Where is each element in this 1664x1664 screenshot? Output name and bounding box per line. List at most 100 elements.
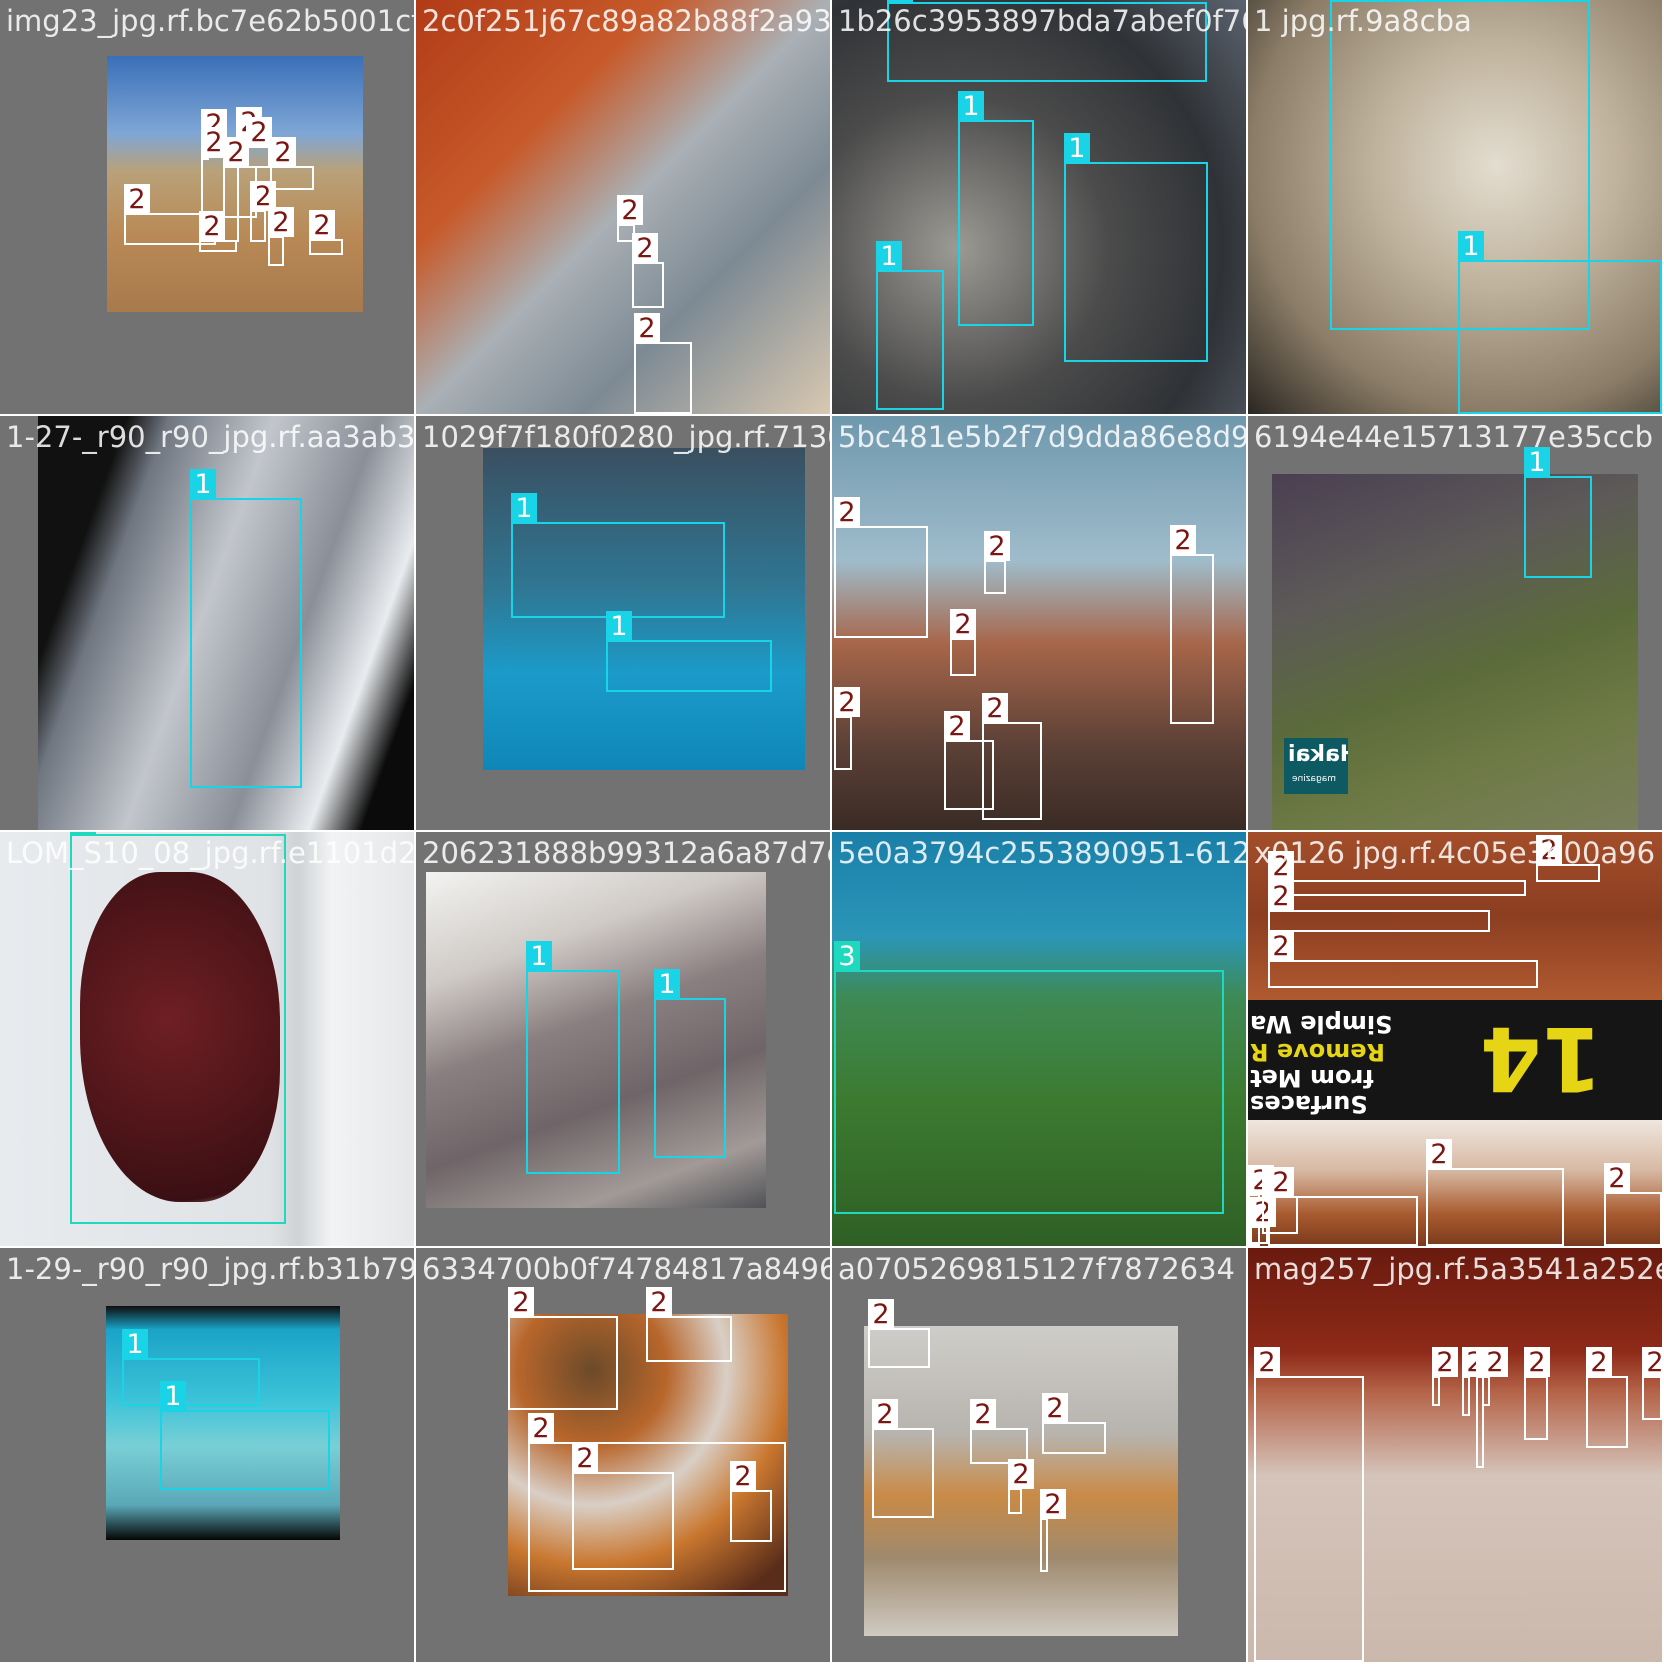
bbox-class-tag: 2 xyxy=(1536,835,1562,866)
bbox: 2 xyxy=(1268,851,1526,896)
bbox-class-tag: 2 xyxy=(632,233,658,264)
bbox-class-tag: 2 xyxy=(1482,1347,1508,1378)
bbox: 2 xyxy=(834,687,860,770)
hakai-logo-text: Hakai xyxy=(1288,742,1348,767)
bbox-class-tag: 1 xyxy=(1524,447,1550,478)
tile-filename-label: 1-29-_r90_r90_jpg.rf.b31b79 xyxy=(6,1252,414,1286)
bbox: 2 xyxy=(730,1461,772,1542)
bbox: 1 xyxy=(526,941,620,1174)
poster-number: 14 xyxy=(1480,1007,1603,1110)
bbox-class-tag: 2 xyxy=(1268,931,1294,962)
bbox: 3 xyxy=(834,941,1224,1214)
bbox: 2 xyxy=(1462,1347,1488,1416)
bbox: 2 xyxy=(1170,525,1214,724)
bbox-class-tag: 1 xyxy=(654,969,680,1000)
mosaic-tile: 1 1 1-29-_r90_r90_jpg.rf.b31b79 xyxy=(0,1248,414,1662)
bbox: 2 xyxy=(634,313,692,414)
bbox-class-tag: 2 xyxy=(872,1399,898,1430)
bbox-class-tag: 1 xyxy=(526,941,552,972)
bbox: 2 xyxy=(270,137,314,190)
mosaic-tile: Simple Wa Remove R from Met Surfaces 14 … xyxy=(1248,832,1662,1246)
bbox: 2 xyxy=(223,137,257,218)
bbox: 2 xyxy=(872,1399,934,1518)
bbox: 1 xyxy=(511,493,725,618)
bbox-class-tag: 1 xyxy=(1458,231,1484,262)
bbox-class-tag: 1 xyxy=(1330,0,1356,2)
bbox: 2 xyxy=(1268,1167,1418,1246)
mosaic-tile: 2 2 2 2 2 6334700b0f74784817a8496a xyxy=(416,1248,830,1662)
bbox: 2 xyxy=(944,711,994,810)
bbox-class-tag: 2 xyxy=(1042,1393,1068,1424)
bbox-class-tag: 2 xyxy=(970,1399,996,1430)
bbox: 2 xyxy=(1604,1163,1662,1246)
bbox-class-tag: 2 xyxy=(508,1287,534,1318)
bbox-class-tag: 2 xyxy=(634,313,660,344)
bbox: 1 xyxy=(1064,133,1208,362)
bbox: 2 xyxy=(646,1287,732,1362)
bbox: 2 xyxy=(246,117,272,168)
bbox: 2 xyxy=(1008,1459,1034,1514)
bbox-class-tag: 2 xyxy=(834,687,860,718)
bbox: 2 xyxy=(632,233,664,308)
bbox-class-tag: 1 xyxy=(606,611,632,642)
bbox-class-tag: 1 xyxy=(958,91,984,122)
mosaic-tile: 1 1 1 1 1b26c3953897bda7abef0f76d960_1_3… xyxy=(832,0,1246,414)
hakai-logo: Hakai magazine xyxy=(1284,738,1348,794)
bbox-class-tag: 2 xyxy=(246,117,272,148)
bbox: 2 xyxy=(1586,1347,1628,1448)
bbox: 1 xyxy=(160,1381,330,1490)
bbox-class-tag: 1 xyxy=(1064,133,1090,164)
bbox-class-tag: 3 xyxy=(834,941,860,972)
bbox: 1 xyxy=(887,0,1207,82)
tile-filename-label: 6334700b0f74784817a8496a xyxy=(422,1252,830,1286)
bbox-class-tag: 2 xyxy=(950,609,976,640)
bbox-class-tag: 2 xyxy=(944,711,970,742)
bbox-class-tag: 2 xyxy=(528,1413,554,1444)
bbox-class-tag: 2 xyxy=(1586,1347,1612,1378)
bbox: 2 xyxy=(1268,931,1538,988)
photo-poster-banner: Simple Wa Remove R from Met Surfaces 14 xyxy=(1248,1000,1662,1120)
bbox-class-tag: 2 xyxy=(124,184,150,215)
bbox: 2 xyxy=(508,1287,618,1410)
bbox-class-tag: 2 xyxy=(1268,851,1294,882)
mosaic-tile: Hakai magazine 1 6194e44e15713177e35ccb xyxy=(1248,416,1662,830)
bbox: 2 xyxy=(309,210,343,255)
bbox-class-tag: 2 xyxy=(1008,1459,1034,1490)
bbox: 2 xyxy=(984,531,1010,594)
bbox-class-tag: 2 xyxy=(1040,1489,1066,1520)
bbox: 2 xyxy=(950,609,976,676)
bbox: 2 xyxy=(199,211,237,252)
bbox: 1 xyxy=(958,91,1034,326)
bbox: 2 xyxy=(1426,1139,1564,1246)
bbox-class-tag: 2 xyxy=(868,1299,894,1330)
mosaic-tile: 2 2 2 2 2 2 2 5bc481e5b2f7d9dda86e8d9a xyxy=(832,416,1246,830)
poster-line: Simple Wa xyxy=(1250,1010,1393,1038)
bbox-class-tag: 2 xyxy=(1268,881,1294,912)
bbox: 2 xyxy=(268,207,294,266)
bbox: 1 xyxy=(122,1329,260,1406)
bbox-class-tag: 2 xyxy=(1254,1347,1280,1378)
bbox-class-tag: 2 xyxy=(984,531,1010,562)
bbox-class-tag: 2 xyxy=(982,693,1008,724)
mosaic-tile: 2 2 2 2 2 2 a0705269815127f7872634 xyxy=(832,1248,1246,1662)
bbox: 1 xyxy=(190,469,302,788)
bbox: 1 xyxy=(876,241,944,410)
mosaic-tile: 2 2 2 2 2 2 2 2 mag257_jpg.rf.5a3541a252… xyxy=(1248,1248,1662,1662)
bbox-class-tag: 2 xyxy=(1604,1163,1630,1194)
tile-filename-label: img23_jpg.rf.bc7e62b5001cf... xyxy=(6,4,414,38)
mosaic-tile: 1 1 1029f7f180f0280_jpg.rf.7130 xyxy=(416,416,830,830)
tile-filename-label: 206231888b99312a6a87d7c xyxy=(422,836,830,870)
bbox-class-tag: 1 xyxy=(876,241,902,272)
bbox-class-tag: 2 xyxy=(730,1461,756,1492)
tile-filename-label: 6194e44e15713177e35ccb xyxy=(1254,420,1654,454)
bbox-class-tag: 3 xyxy=(70,832,96,836)
bbox: 2 xyxy=(1524,1347,1550,1440)
poster-line: Remove R xyxy=(1250,1038,1386,1066)
bbox-class-tag: 2 xyxy=(617,195,643,226)
bbox-class-tag: 2 xyxy=(834,497,860,528)
bbox: 1 xyxy=(1524,447,1592,578)
bbox: 2 xyxy=(834,497,928,638)
bbox: 1 xyxy=(606,611,772,692)
bbox: 2 xyxy=(1042,1393,1106,1454)
bbox: 2 xyxy=(1254,1347,1364,1662)
